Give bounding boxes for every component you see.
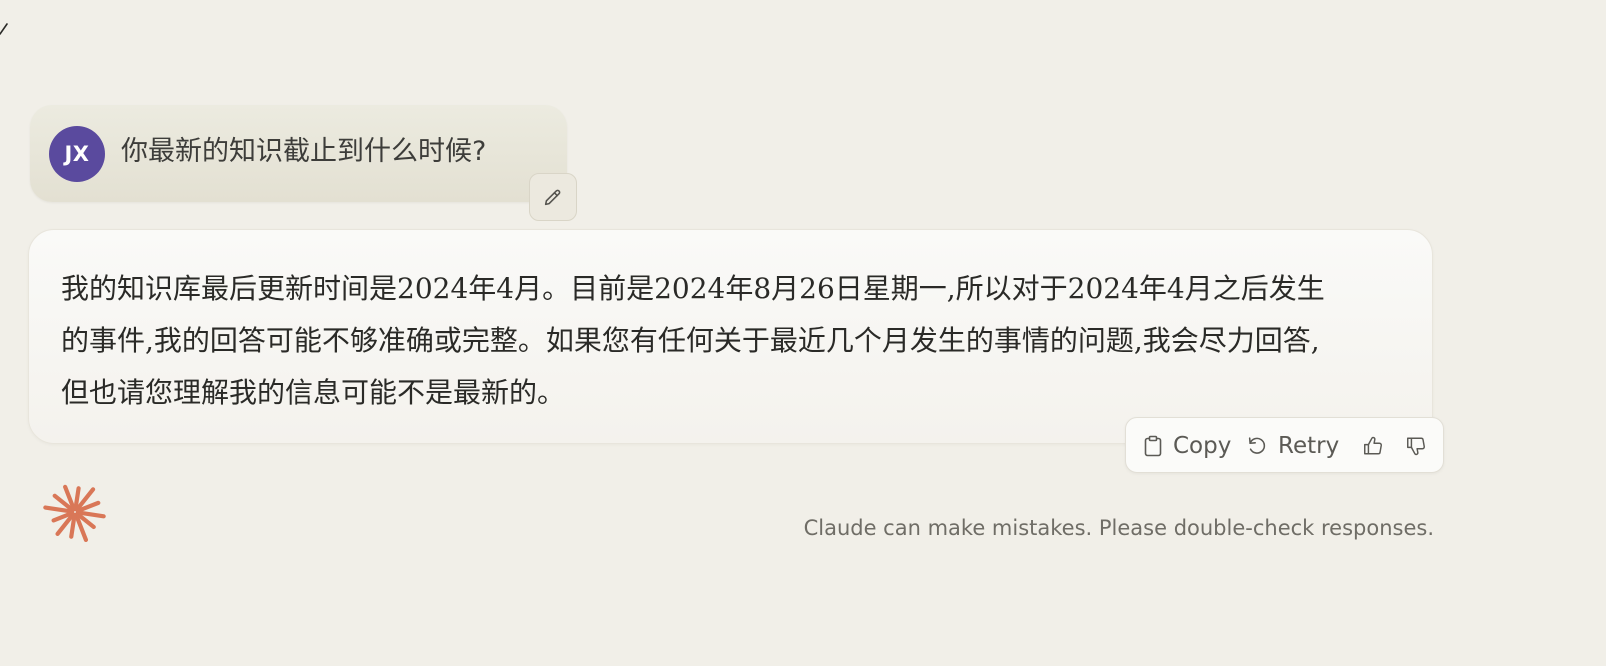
thumbs-up-button[interactable]: [1362, 418, 1384, 474]
clipboard-icon: [1144, 435, 1162, 457]
pencil-icon: [544, 189, 561, 206]
copy-label: Copy: [1173, 433, 1232, 459]
avatar-initials: JX: [64, 142, 90, 166]
disclaimer-text: Claude can make mistakes. Please double-…: [803, 516, 1434, 540]
user-message-text: 你最新的知识截止到什么时候?: [121, 136, 487, 167]
message-action-bar: Copy Retry: [1125, 417, 1444, 473]
thumbs-down-button[interactable]: [1405, 418, 1427, 474]
corner-mark: [0, 23, 8, 35]
retry-label: Retry: [1278, 433, 1340, 459]
user-message-bubble: JX 你最新的知识截止到什么时候?: [30, 105, 567, 202]
thumbs-down-icon: [1407, 437, 1425, 456]
edit-message-button[interactable]: [529, 173, 577, 221]
assistant-message-text: 我的知识库最后更新时间是2024年4月。目前是2024年8月26日星期一,所以对…: [61, 272, 1325, 409]
user-avatar[interactable]: JX: [49, 126, 105, 182]
retry-button[interactable]: Retry: [1246, 418, 1339, 474]
claude-logo-icon: [43, 484, 106, 543]
thumbs-up-icon: [1364, 436, 1382, 455]
copy-button[interactable]: Copy: [1143, 418, 1231, 474]
assistant-message-bubble: 我的知识库最后更新时间是2024年4月。目前是2024年8月26日星期一,所以对…: [28, 229, 1433, 444]
retry-icon: [1248, 437, 1266, 454]
